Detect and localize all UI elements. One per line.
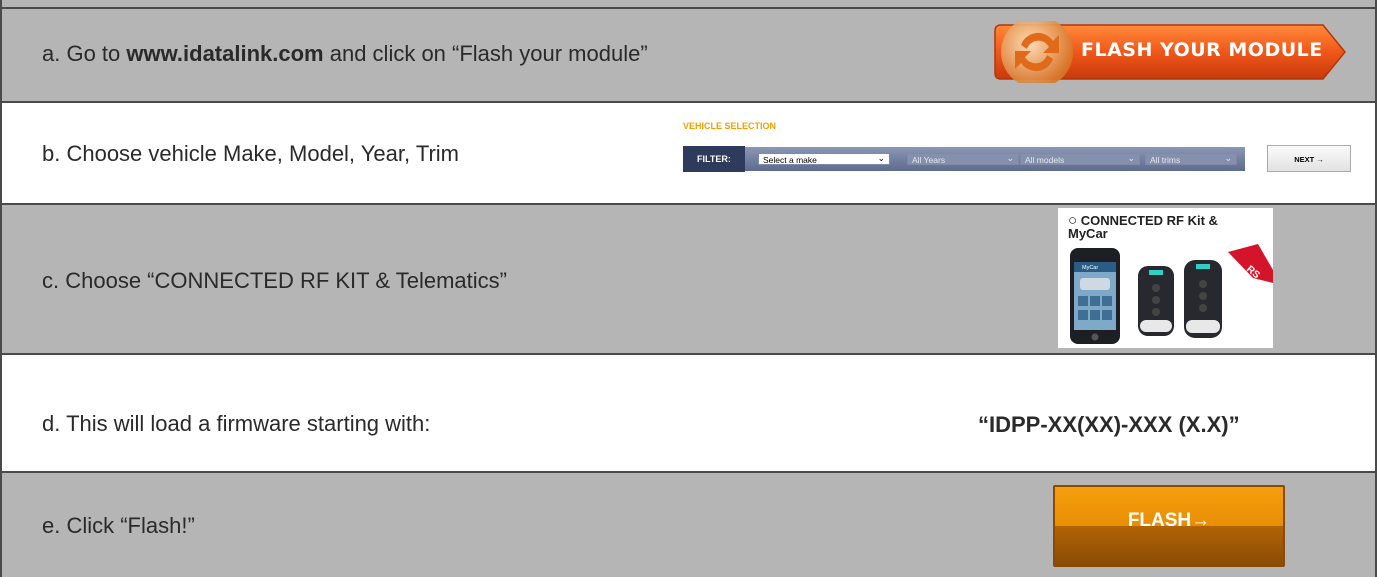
year-select-value: All Years <box>912 155 946 165</box>
step-b-label: b. Choose vehicle Make, Model, Year, Tri… <box>42 141 459 166</box>
next-button[interactable]: NEXT → <box>1267 145 1351 172</box>
step-c-label: c. Choose “CONNECTED RF KIT & Telematics… <box>42 268 507 293</box>
flash-your-module-button[interactable]: FLASH YOUR MODULE <box>993 16 1349 88</box>
table-left-border <box>0 0 2 577</box>
year-select[interactable]: All Years ⌄ <box>907 153 1019 165</box>
row-divider <box>0 203 1377 205</box>
firmware-prefix: “IDPP-XX(XX)-XXX (X.X)” <box>978 412 1240 437</box>
trim-select-value: All trims <box>1150 155 1181 165</box>
flash-button[interactable]: FLASH→ <box>1053 485 1285 567</box>
trim-select[interactable]: All trims ⌄ <box>1145 153 1237 165</box>
row-divider <box>0 471 1377 473</box>
row-divider <box>0 7 1377 9</box>
step-d-label: d. This will load a firmware starting wi… <box>42 411 431 436</box>
make-select[interactable]: Select a make ⌄ <box>758 153 890 165</box>
chevron-down-icon: ⌄ <box>1127 153 1135 163</box>
connected-rf-kit-option[interactable]: ○ CONNECTED RF Kit & MyCar RS MyCar <box>1058 208 1273 348</box>
make-select-value: Select a make <box>763 155 817 165</box>
step-a-label: a. Go to www.idatalink.com and click on … <box>42 41 648 67</box>
idatalink-url[interactable]: www.idatalink.com <box>126 41 323 66</box>
row-divider <box>0 101 1377 103</box>
chevron-down-icon: ⌄ <box>1006 153 1014 163</box>
filter-label: FILTER: <box>683 146 745 172</box>
chevron-down-icon: ⌄ <box>877 153 885 163</box>
step-a-suffix: and click on “Flash your module” <box>323 41 648 66</box>
step-a-prefix: a. Go to <box>42 41 127 66</box>
model-select-value: All models <box>1025 155 1065 165</box>
phone-brand-text: MyCar <box>1082 265 1098 271</box>
vehicle-selection-title: VEHICLE SELECTION <box>683 121 777 131</box>
step-e-label: e. Click “Flash!” <box>42 513 195 538</box>
chevron-down-icon: ⌄ <box>1224 153 1232 163</box>
row-divider <box>0 353 1377 355</box>
model-select[interactable]: All models ⌄ <box>1020 153 1140 165</box>
flash-your-module-label: FLASH YOUR MODULE <box>1081 39 1323 61</box>
kit-product-image: RS MyCar <box>1070 244 1273 344</box>
flash-button-label: FLASH→ <box>1127 510 1211 531</box>
